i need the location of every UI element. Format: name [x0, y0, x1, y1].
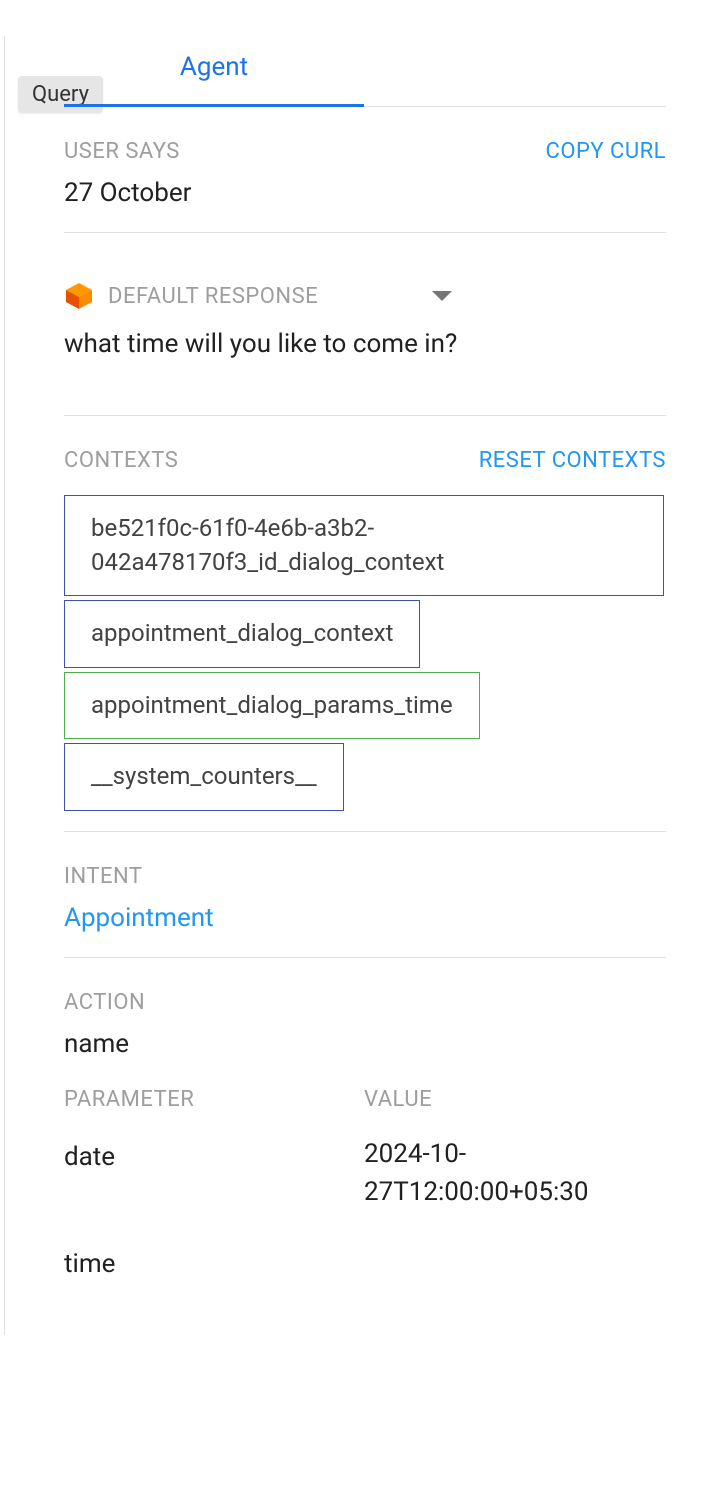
tab-agent-label: Agent: [180, 52, 248, 82]
response-section: DEFAULT RESPONSE what time will you like…: [64, 233, 666, 416]
context-chip[interactable]: appointment_dialog_context: [64, 600, 420, 668]
contexts-label: CONTEXTS: [64, 448, 178, 473]
tab-underline: [64, 104, 364, 107]
tabs: Agent: [64, 36, 666, 107]
contexts-section: CONTEXTS RESET CONTEXTS be521f0c-61f0-4e…: [64, 416, 666, 832]
user-says-value: 27 October: [64, 178, 666, 208]
action-value: name: [64, 1029, 666, 1059]
intent-section: INTENT Appointment: [64, 832, 666, 958]
reset-contexts-link[interactable]: RESET CONTEXTS: [479, 448, 666, 473]
param-name: date: [64, 1136, 364, 1172]
intent-label: INTENT: [64, 864, 666, 889]
response-label: DEFAULT RESPONSE: [108, 284, 318, 309]
response-text: what time will you like to come in?: [64, 329, 666, 359]
context-chips: be521f0c-61f0-4e6b-a3b2-042a478170f3_id_…: [64, 495, 666, 811]
context-chip[interactable]: appointment_dialog_params_time: [64, 672, 480, 740]
cube-icon: [64, 281, 94, 311]
param-value: 2024-10-27T12:00:00+05:30: [364, 1136, 666, 1211]
context-chip[interactable]: be521f0c-61f0-4e6b-a3b2-042a478170f3_id_…: [64, 495, 664, 596]
param-name: time: [64, 1243, 364, 1279]
user-says-section: USER SAYS COPY CURL 27 October: [64, 107, 666, 233]
table-row: date 2024-10-27T12:00:00+05:30: [64, 1136, 666, 1211]
param-header-value: VALUE: [364, 1087, 666, 1112]
action-section: ACTION name PARAMETER VALUE date 2024-10…: [64, 958, 666, 1335]
action-label: ACTION: [64, 990, 666, 1015]
intent-link[interactable]: Appointment: [64, 903, 666, 933]
copy-curl-link[interactable]: COPY CURL: [546, 139, 667, 164]
param-header-name: PARAMETER: [64, 1087, 364, 1112]
parameter-table: PARAMETER VALUE date 2024-10-27T12:00:00…: [64, 1087, 666, 1279]
user-says-label: USER SAYS: [64, 139, 180, 164]
left-divider: [4, 36, 5, 1335]
table-row: time: [64, 1243, 666, 1279]
tab-agent[interactable]: Agent: [64, 36, 364, 106]
context-chip[interactable]: __system_counters__: [64, 743, 344, 811]
chevron-down-icon[interactable]: [432, 291, 452, 301]
